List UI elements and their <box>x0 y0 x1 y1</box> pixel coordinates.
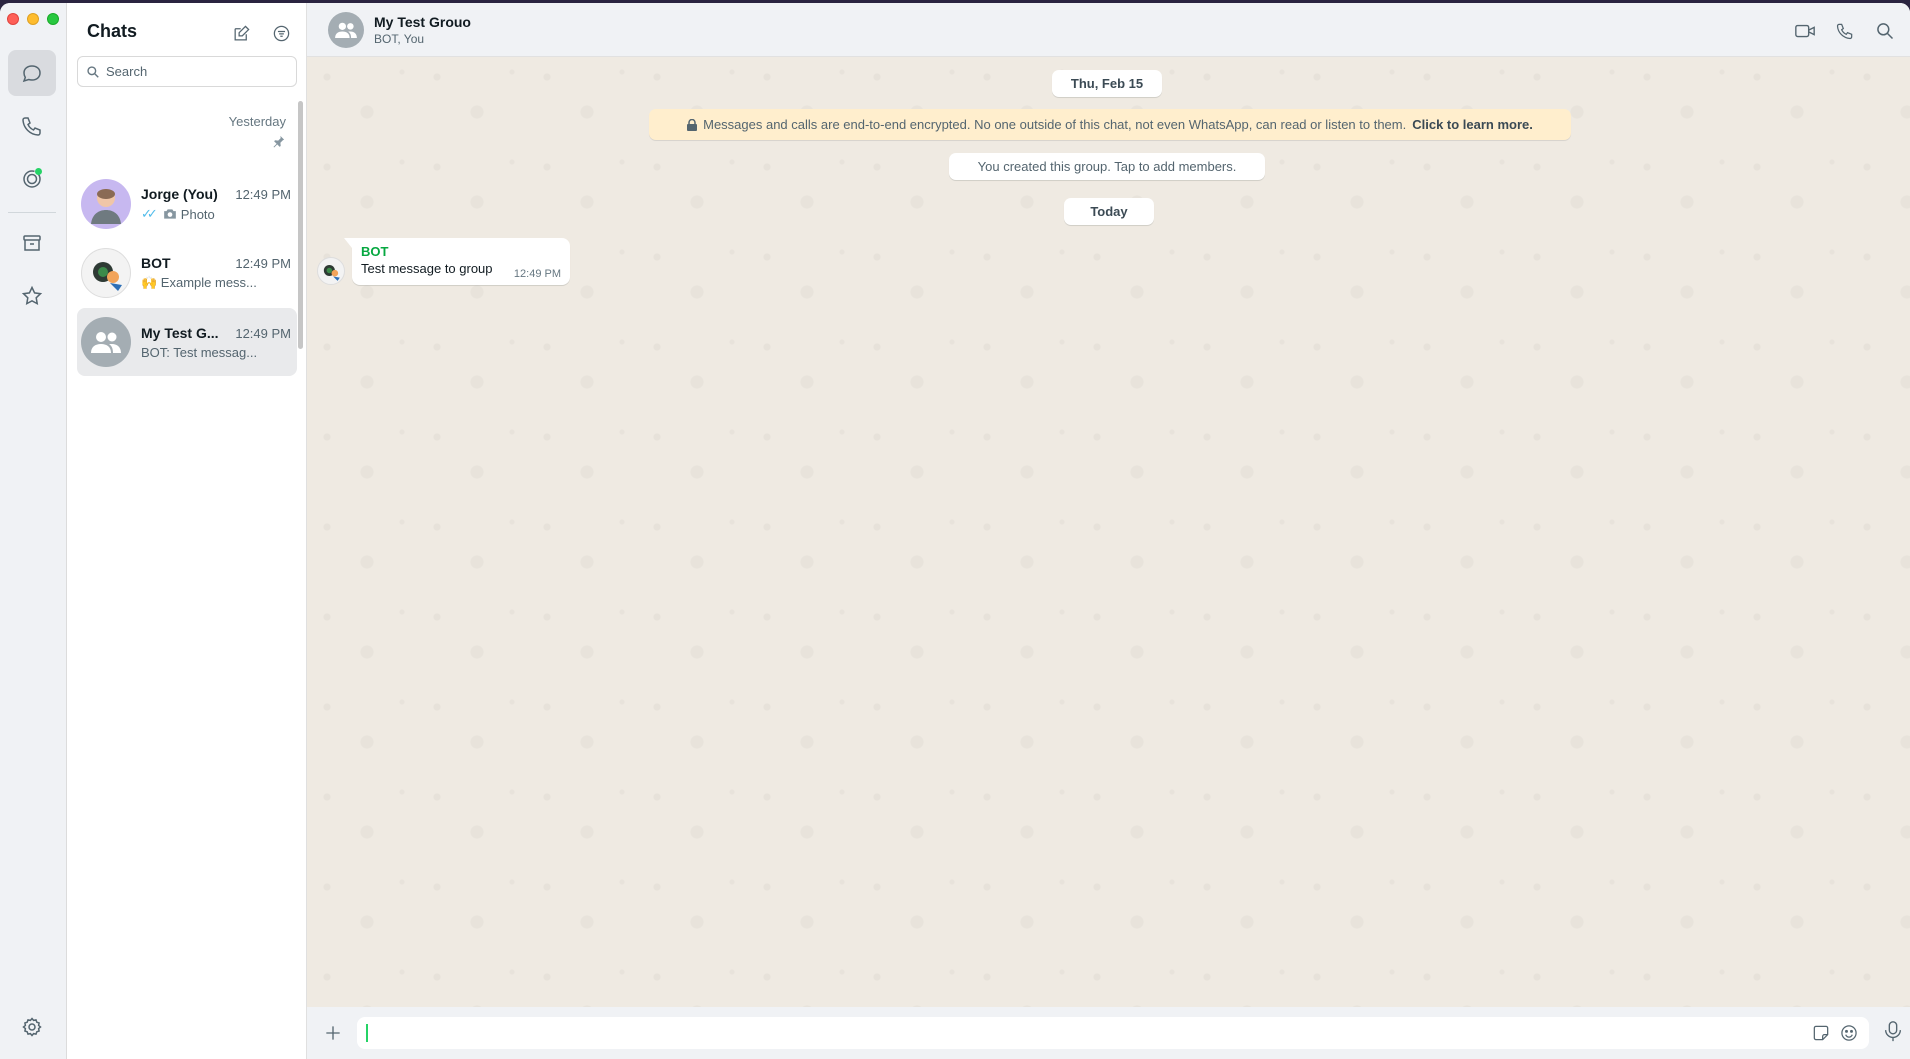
minimize-window-button[interactable] <box>27 13 39 25</box>
chat-item-jorge[interactable]: Jorge (You) 12:49 PM ✓✓ Photo <box>77 170 297 238</box>
sticker-icon[interactable] <box>1811 1023 1831 1043</box>
date-divider: Today <box>1064 198 1154 225</box>
rail-starred-button[interactable] <box>8 273 56 319</box>
phone-icon <box>22 117 41 136</box>
window-controls <box>7 13 59 25</box>
camera-icon <box>163 209 176 219</box>
avatar <box>328 11 364 48</box>
filter-chats-button[interactable] <box>270 22 292 44</box>
emoji-icon[interactable] <box>1839 1023 1859 1043</box>
encryption-notice[interactable]: Messages and calls are end-to-end encryp… <box>649 109 1571 140</box>
system-message[interactable]: You created this group. Tap to add membe… <box>949 153 1265 180</box>
video-call-icon[interactable] <box>1794 21 1816 41</box>
rail-divider <box>8 212 56 213</box>
nav-rail <box>0 3 67 1059</box>
search-box[interactable] <box>77 56 297 87</box>
conversation-members: BOT, You <box>374 31 425 46</box>
search-icon <box>87 65 99 78</box>
chat-time: 12:49 PM <box>235 325 291 341</box>
chat-list-panel: Chats Yesterday Jorge (You) 12:49 PM ✓ <box>67 3 307 1059</box>
rail-calls-button[interactable] <box>8 103 56 149</box>
compose-icon <box>234 24 250 40</box>
message-composer <box>307 1007 1910 1059</box>
attach-button[interactable] <box>319 1019 347 1047</box>
avatar[interactable] <box>317 257 345 285</box>
chat-preview: BOT: Test messag... <box>141 344 258 360</box>
encryption-text: Messages and calls are end-to-end encryp… <box>703 117 1407 132</box>
avatar <box>81 179 131 229</box>
rail-chats-button[interactable] <box>8 50 56 96</box>
avatar <box>81 317 131 367</box>
text-caret <box>366 1024 368 1042</box>
chat-time: 12:49 PM <box>235 187 291 202</box>
filter-icon <box>273 25 289 41</box>
conversation-title: My Test Grouo <box>374 13 471 30</box>
bot-avatar-icon <box>93 262 122 291</box>
conversation-panel: My Test Grouo BOT, You Thu, Feb 15 Messa… <box>307 3 1910 1059</box>
group-avatar-icon <box>335 22 357 38</box>
avatar <box>81 248 131 298</box>
app-window: Chats Yesterday Jorge (You) 12:49 PM ✓ <box>0 3 1910 1059</box>
pin-icon <box>273 135 285 148</box>
rail-status-button[interactable] <box>8 156 56 202</box>
maximize-window-button[interactable] <box>47 13 59 25</box>
new-chat-button[interactable] <box>230 22 252 44</box>
message-input[interactable] <box>357 1017 1869 1049</box>
close-window-button[interactable] <box>7 13 19 25</box>
gear-icon <box>22 1017 42 1037</box>
chat-list-title: Chats <box>87 21 138 41</box>
plus-icon <box>326 1026 340 1040</box>
status-unread-dot <box>35 168 42 175</box>
message-sender: BOT <box>361 244 389 259</box>
star-icon <box>21 285 43 305</box>
group-avatar-icon <box>91 332 121 353</box>
voice-message-button[interactable] <box>1883 1020 1903 1047</box>
chat-bubble-icon <box>22 65 41 83</box>
message-bubble[interactable]: BOT Test message to group 12:49 PM <box>344 238 570 285</box>
voice-call-icon[interactable] <box>1834 21 1856 41</box>
chat-name: BOT <box>141 255 171 271</box>
lock-icon <box>687 118 698 131</box>
date-divider: Thu, Feb 15 <box>1052 70 1162 97</box>
chat-name: Jorge (You) <box>141 186 218 202</box>
chat-preview: Photo <box>180 206 215 222</box>
pinned-chat-time: Yesterday <box>228 114 286 129</box>
search-input[interactable] <box>106 64 296 79</box>
bot-avatar-icon <box>323 264 340 281</box>
chat-preview: 🙌 Example mess... <box>141 275 257 290</box>
microphone-icon <box>1884 1020 1902 1041</box>
message-time: 12:49 PM <box>513 268 561 280</box>
chat-time: 12:49 PM <box>235 256 291 271</box>
search-icon[interactable] <box>1874 21 1896 41</box>
conversation-header[interactable]: My Test Grouo BOT, You <box>307 3 1910 57</box>
chat-item-bot[interactable]: BOT 12:49 PM 🙌 Example mess... <box>77 239 297 307</box>
rail-settings-button[interactable] <box>8 1004 56 1050</box>
read-ticks-icon: ✓✓ <box>141 206 158 221</box>
archive-icon <box>23 235 41 251</box>
chat-name: My Test G... <box>141 324 219 341</box>
user-avatar-icon <box>91 189 121 224</box>
learn-more-link[interactable]: Click to learn more. <box>1412 117 1533 132</box>
chat-item-my-test-group[interactable]: My Test G... 12:49 PM BOT: Test messag..… <box>77 308 297 376</box>
rail-archived-button[interactable] <box>8 220 56 266</box>
chat-list-scrollbar[interactable] <box>298 101 303 349</box>
